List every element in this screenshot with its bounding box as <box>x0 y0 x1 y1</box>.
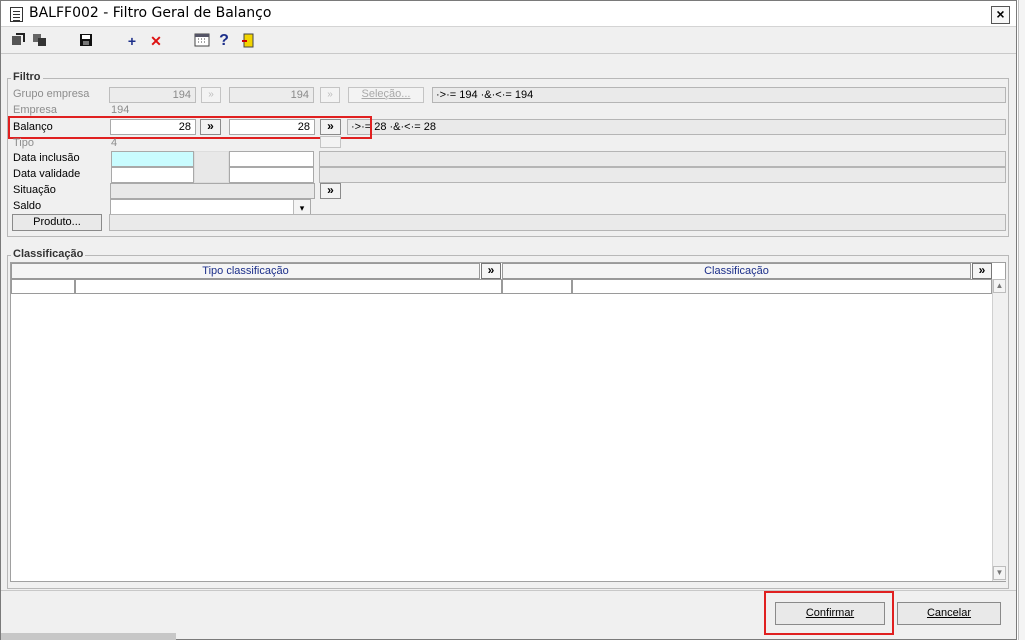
tipo-value: 4 <box>111 137 118 149</box>
grupo-empresa-label: Grupo empresa <box>13 88 90 100</box>
background-window-edge <box>1018 0 1025 640</box>
situacao-field[interactable] <box>110 183 315 199</box>
column-header-classificacao[interactable]: Classificação <box>502 263 971 279</box>
balanco-expression: ·>·= 28 ·&·<·= 28 <box>347 119 1006 135</box>
data-validade-label: Data validade <box>13 168 81 180</box>
delete-icon[interactable]: ✕ <box>147 33 165 49</box>
date-separator-block <box>194 151 229 183</box>
saldo-label: Saldo <box>13 200 42 212</box>
saldo-dropdown-icon[interactable]: ▾ <box>293 200 310 214</box>
grupo-empresa-to-field[interactable]: 194 <box>229 87 314 103</box>
empresa-label: Empresa <box>13 104 58 116</box>
grupo-empresa-range-button-2[interactable]: » <box>320 87 340 103</box>
document-icon <box>10 7 23 22</box>
data-inclusao-from-field[interactable] <box>111 151 194 167</box>
tipo-classificacao-expand-button[interactable]: » <box>481 263 501 279</box>
classificacao-desc-cell[interactable] <box>572 279 992 294</box>
tipo-classificacao-desc-cell[interactable] <box>75 279 502 294</box>
grid-vertical-scrollbar[interactable]: ▲ ▼ <box>992 279 1006 581</box>
confirm-highlight-box <box>764 591 894 635</box>
produto-button[interactable]: Produto... <box>12 214 102 231</box>
tipo-classificacao-code-cell[interactable] <box>11 279 75 294</box>
scroll-down-icon[interactable]: ▼ <box>993 566 1006 580</box>
column-header-tipo-classificacao[interactable]: Tipo classificação <box>11 263 480 279</box>
data-validade-to-field[interactable] <box>229 167 314 183</box>
produto-field <box>109 214 1006 231</box>
close-button[interactable]: × <box>991 6 1010 24</box>
classificacao-expand-button[interactable]: » <box>972 263 992 279</box>
window-title: BALFF002 - Filtro Geral de Balanço <box>29 5 272 21</box>
classificacao-grid <box>10 262 1006 582</box>
data-inclusao-to-field[interactable] <box>229 151 314 167</box>
grupo-empresa-expression: ·>·= 194 ·&·<·= 194 <box>432 87 1006 103</box>
selecao-button[interactable]: Seleção... <box>348 87 424 103</box>
save-icon[interactable] <box>77 33 95 49</box>
classificacao-legend: Classificação <box>11 248 86 260</box>
exit-icon[interactable] <box>239 33 257 49</box>
tipo-range-button[interactable] <box>320 136 341 148</box>
balanco-highlight-box <box>8 116 372 139</box>
grupo-empresa-range-button[interactable]: » <box>201 87 221 103</box>
data-validade-from-field[interactable] <box>111 167 194 183</box>
background-scrollbar-fragment <box>1 633 176 640</box>
toolbar: + ✕ ? <box>1 28 1016 54</box>
copy-icon[interactable] <box>31 33 49 49</box>
tipo-label: Tipo <box>13 137 34 149</box>
calendar-icon[interactable] <box>193 33 211 49</box>
scroll-up-icon[interactable]: ▲ <box>993 279 1006 293</box>
situacao-range-button[interactable]: » <box>320 183 341 199</box>
situacao-label: Situação <box>13 184 56 196</box>
data-inclusao-label: Data inclusão <box>13 152 80 164</box>
data-inclusao-expression <box>319 151 1006 167</box>
data-validade-expression <box>319 167 1006 183</box>
title-bar: BALFF002 - Filtro Geral de Balanço × <box>1 1 1016 27</box>
help-icon[interactable]: ? <box>215 33 233 49</box>
cancel-button[interactable]: Cancelar <box>897 602 1001 625</box>
saldo-select[interactable] <box>110 199 311 215</box>
filtro-legend: Filtro <box>11 71 43 83</box>
cancel-label: Cancelar <box>926 607 972 619</box>
grupo-empresa-from-field[interactable]: 194 <box>109 87 196 103</box>
classificacao-code-cell[interactable] <box>502 279 572 294</box>
empresa-value: 194 <box>111 104 130 116</box>
arrow-icon[interactable] <box>9 33 27 49</box>
add-icon[interactable]: + <box>123 33 141 49</box>
